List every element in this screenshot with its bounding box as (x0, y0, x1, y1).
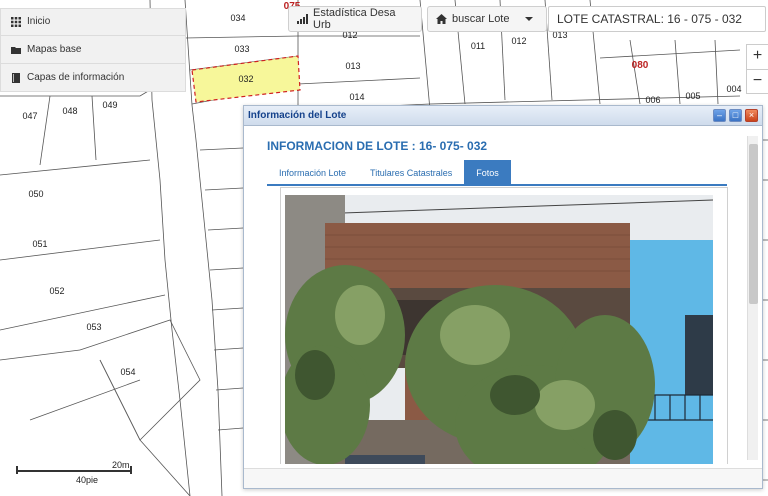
statistics-button[interactable]: Estadística Desa Urb (288, 6, 422, 32)
menu-item-inicio[interactable]: Inicio (0, 8, 186, 36)
parcel-label: 012 (511, 36, 526, 46)
scale-tick (16, 466, 18, 474)
close-button[interactable]: × (745, 109, 758, 122)
parcel-label: 052 (49, 286, 64, 296)
dialog-footer (244, 468, 762, 488)
home-icon (436, 14, 447, 24)
parcel-label: 053 (86, 322, 101, 332)
tab-fotos[interactable]: Fotos (464, 160, 511, 184)
parcel-label: 048 (62, 106, 77, 116)
zoom-out-button[interactable]: − (747, 69, 768, 93)
zoom-in-button[interactable]: + (747, 45, 768, 69)
minimize-button[interactable]: – (713, 109, 726, 122)
parcel-label: 006 (645, 95, 660, 105)
parcel-label: 014 (349, 92, 364, 102)
search-lote-label: buscar Lote (452, 13, 510, 25)
scrollbar-thumb[interactable] (749, 144, 758, 304)
scale-feet-label: 40pie (76, 475, 99, 485)
building-photo (285, 195, 713, 464)
scale-meters-label: 20m (112, 460, 130, 470)
window-controls: – □ × (713, 109, 758, 122)
dialog-titlebar[interactable]: Información del Lote (244, 106, 762, 126)
parcel-label: 004 (726, 84, 741, 94)
book-icon (11, 72, 21, 83)
folder-icon (11, 45, 21, 55)
parcel-label: 013 (345, 61, 360, 71)
left-menu: Inicio Mapas base Capas de información (0, 8, 186, 92)
maximize-button[interactable]: □ (729, 109, 742, 122)
photo-frame (280, 187, 728, 464)
menu-item-label: Capas de información (27, 71, 125, 83)
parcel-label: 049 (102, 100, 117, 110)
lote-heading: INFORMACION DE LOTE : 16- 075- 032 (267, 139, 488, 153)
dialog-scrollbar[interactable] (747, 136, 758, 460)
parcel-label: 005 (685, 91, 700, 101)
scale-tick (130, 466, 132, 474)
scale-line (16, 470, 132, 472)
lote-info-dialog: Información del Lote – □ × INFORMACION D… (243, 105, 763, 489)
dialog-tabs: Información Lote Titulares Catastrales F… (267, 160, 727, 186)
scale-bar: 20m 40pie (16, 460, 156, 486)
statistics-label: Estadística Desa Urb (313, 7, 396, 31)
menu-item-mapas-base[interactable]: Mapas base (0, 36, 186, 64)
bar-chart-icon (297, 14, 308, 24)
parcel-label: 032 (238, 74, 253, 84)
search-lote-dropdown[interactable]: buscar Lote (427, 6, 547, 32)
tab-titulares-catastrales[interactable]: Titulares Catastrales (358, 160, 464, 184)
parcel-label: 011 (471, 41, 485, 51)
parcel-label: 051 (32, 239, 47, 249)
parcel-label: 050 (28, 189, 43, 199)
parcel-label: 047 (22, 111, 37, 121)
lote-catastral-input[interactable]: LOTE CATASTRAL: 16 - 075 - 032 (548, 6, 766, 32)
grid-icon (11, 17, 21, 27)
parcel-label: 033 (234, 44, 249, 54)
tab-informacion-lote[interactable]: Información Lote (267, 160, 358, 184)
dialog-body: INFORMACION DE LOTE : 16- 075- 032 Infor… (244, 127, 744, 464)
chevron-down-icon (525, 17, 534, 21)
dialog-title: Información del Lote (248, 110, 347, 121)
block-label: 080 (632, 60, 649, 71)
parcel-label: 054 (120, 367, 135, 377)
zoom-control: + − (746, 44, 768, 94)
menu-item-label: Mapas base (27, 43, 82, 55)
menu-item-capas[interactable]: Capas de información (0, 64, 186, 92)
parcel-label: 034 (230, 13, 245, 23)
menu-item-label: Inicio (27, 16, 51, 27)
